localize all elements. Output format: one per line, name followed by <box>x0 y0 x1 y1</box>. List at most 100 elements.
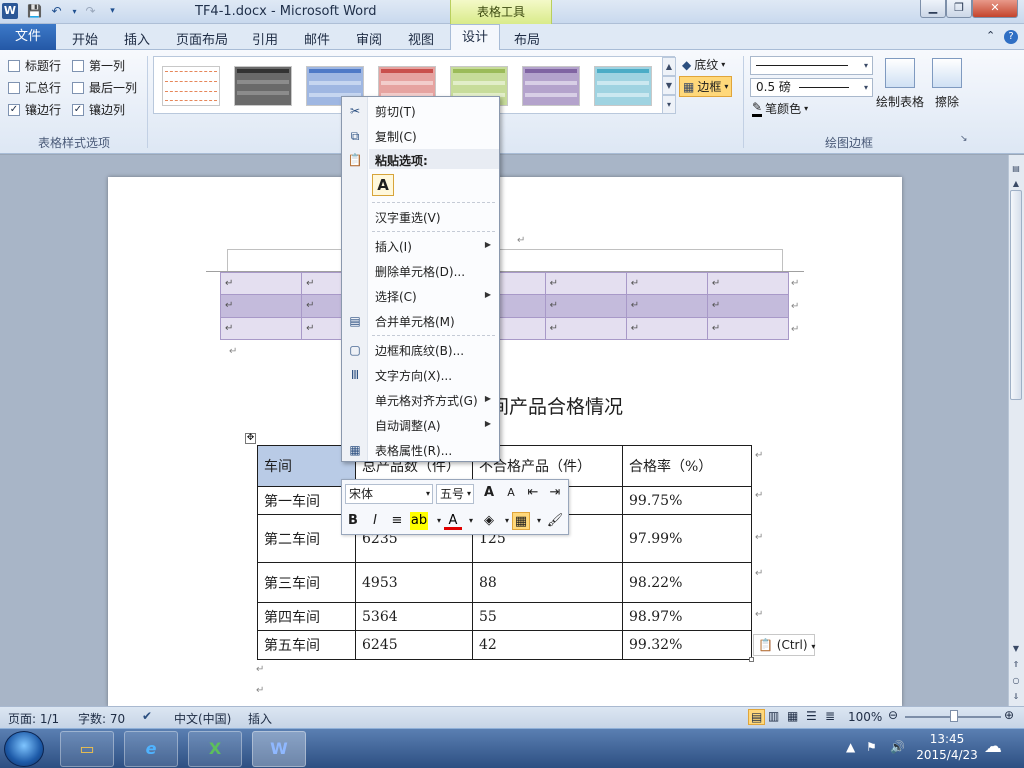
tab-home[interactable]: 开始 <box>72 29 98 48</box>
gallery-scroll-up-icon[interactable]: ▲ <box>662 57 676 76</box>
word-app-icon[interactable]: W <box>2 3 18 19</box>
purple-table[interactable]: ↵↵↵↵↵↵↵ ↵↵↵↵↵↵↵ ↵↵↵↵↵↵↵ <box>219 271 790 341</box>
table-resize-handle[interactable] <box>749 657 754 662</box>
menu-item-reconvert[interactable]: 汉字重选(V) <box>375 209 441 226</box>
menu-item-delete-cells[interactable]: 删除单元格(D)... <box>375 263 465 280</box>
gallery-scroll-down-icon[interactable]: ▼ <box>662 76 676 95</box>
restore-button[interactable]: ❐ <box>946 0 972 18</box>
action-center-icon[interactable]: ⚑ <box>866 740 877 754</box>
ribbon-minimize-icon[interactable]: ⌃ <box>986 29 995 42</box>
menu-item-borders-shading[interactable]: 边框和底纹(B)... <box>375 342 464 359</box>
banded-columns-option[interactable]: ✓ 镶边列 <box>72 101 125 118</box>
format-painter-icon[interactable]: 🖌 <box>546 512 564 530</box>
scroll-up-icon[interactable]: ▲ <box>1009 177 1023 191</box>
explorer-taskbar-icon[interactable]: ▭ <box>60 731 114 767</box>
dialog-launcher-icon[interactable]: ↘ <box>960 134 968 144</box>
table-style-purple[interactable] <box>522 66 580 106</box>
show-hidden-icons-icon[interactable]: ▲ <box>846 740 855 754</box>
next-page-icon[interactable]: ⇓ <box>1009 690 1023 704</box>
draw-table-button[interactable]: 绘制表格 <box>876 93 924 110</box>
tab-references[interactable]: 引用 <box>252 29 278 48</box>
excel-taskbar-icon[interactable]: X <box>188 731 242 767</box>
table-cell[interactable]: 97.99% <box>622 514 752 563</box>
word-count[interactable]: 字数: 70 <box>78 710 125 727</box>
menu-item-insert[interactable]: 插入(I) <box>375 238 412 255</box>
table-cell[interactable]: 第三车间 <box>257 562 356 603</box>
draft-view-icon[interactable]: ≣ <box>825 709 835 723</box>
table-cell[interactable]: 4953 <box>355 562 473 603</box>
table-move-handle-icon[interactable]: ✥ <box>245 433 256 444</box>
banded-rows-option[interactable]: ✓ 镶边行 <box>8 101 61 118</box>
table-cell[interactable]: 第五车间 <box>257 630 356 660</box>
italic-button[interactable]: I <box>366 512 384 530</box>
word-taskbar-icon[interactable]: W <box>252 731 306 767</box>
menu-item-cell-alignment[interactable]: 单元格对齐方式(G) <box>375 392 478 409</box>
language-indicator[interactable]: 中文(中国) <box>174 710 231 727</box>
banded-rows-checkbox[interactable]: ✓ <box>8 103 20 116</box>
total-row-option[interactable]: 汇总行 <box>8 79 61 96</box>
borders-icon[interactable]: ▦ <box>512 512 530 530</box>
shading-icon[interactable]: ◈ <box>480 512 498 530</box>
insert-mode-indicator[interactable]: 插入 <box>248 710 272 727</box>
table-style-dark[interactable] <box>234 66 292 106</box>
save-icon[interactable]: 💾 <box>26 3 43 20</box>
decrease-indent-icon[interactable]: ⇤ <box>524 484 542 502</box>
highlight-icon[interactable]: ab <box>410 512 428 530</box>
center-align-icon[interactable]: ≡ <box>388 512 406 530</box>
table-cell[interactable]: 98.22% <box>622 562 752 603</box>
zoom-in-icon[interactable]: ⊕ <box>1004 708 1014 722</box>
tab-view[interactable]: 视图 <box>408 29 434 48</box>
eraser-button[interactable]: 擦除 <box>935 93 959 110</box>
close-button[interactable]: ✕ <box>972 0 1018 18</box>
outline-view-icon[interactable]: ☰ <box>806 709 817 723</box>
menu-item-text-direction[interactable]: 文字方向(X)... <box>375 367 452 384</box>
table-cell[interactable]: 88 <box>472 562 623 603</box>
previous-page-icon[interactable]: ⇑ <box>1009 658 1023 672</box>
header-row-checkbox[interactable] <box>8 59 20 72</box>
tab-insert[interactable]: 插入 <box>124 29 150 48</box>
tab-mailings[interactable]: 邮件 <box>304 29 330 48</box>
total-row-checkbox[interactable] <box>8 81 20 94</box>
tab-layout[interactable]: 布局 <box>514 29 540 48</box>
zoom-slider-thumb[interactable] <box>950 710 958 722</box>
shrink-font-icon[interactable]: A <box>502 484 520 502</box>
minimize-button[interactable]: ▁ <box>920 0 946 18</box>
menu-item-merge-cells[interactable]: 合并单元格(M) <box>375 313 455 330</box>
tab-design[interactable]: 设计 <box>450 24 500 51</box>
table-cell[interactable]: 99.32% <box>622 630 752 660</box>
page-count[interactable]: 页面: 1/1 <box>8 710 59 727</box>
increase-indent-icon[interactable]: ⇥ <box>546 484 564 502</box>
font-size-dropdown[interactable]: 五号 ▾ <box>436 484 474 504</box>
volume-icon[interactable]: 🔊 <box>890 740 905 754</box>
header-cell[interactable]: 合格率（%） <box>622 445 752 487</box>
zoom-level[interactable]: 100% <box>848 710 882 724</box>
shading-button[interactable]: ◆ 底纹 ▾ <box>682 56 725 73</box>
font-name-dropdown[interactable]: 宋体 ▾ <box>345 484 433 504</box>
table-cell[interactable]: 第四车间 <box>257 602 356 631</box>
pen-weight-dropdown[interactable]: 0.5 磅 ▾ <box>750 78 873 97</box>
browse-object-icon[interactable]: ○ <box>1009 674 1023 688</box>
banded-columns-checkbox[interactable]: ✓ <box>72 103 84 116</box>
paste-options-tag[interactable]: 📋 (Ctrl) ▾ <box>753 634 815 656</box>
ruler-toggle-icon[interactable]: ▤ <box>1009 162 1023 176</box>
gallery-more-icon[interactable]: ▾ <box>662 95 676 114</box>
customize-qat-icon[interactable]: ▾ <box>104 3 121 20</box>
table-style-aqua[interactable] <box>594 66 652 106</box>
bold-button[interactable]: B <box>344 512 362 530</box>
first-column-option[interactable]: 第一列 <box>72 57 125 74</box>
web-layout-icon[interactable]: ▦ <box>787 709 798 723</box>
help-icon[interactable]: ? <box>1004 30 1018 44</box>
menu-item-copy[interactable]: 复制(C) <box>375 128 417 145</box>
table-style-orange[interactable] <box>162 66 220 106</box>
product-table[interactable]: 车间 总产品数（件） 不合格产品（件） 合格率（%） 第一车间 99.75% 第… <box>257 445 752 660</box>
scrollbar-thumb[interactable] <box>1010 190 1022 400</box>
grow-font-icon[interactable]: A <box>480 484 498 502</box>
full-screen-reading-icon[interactable]: ▥ <box>768 709 779 723</box>
system-clock[interactable]: 13:45 2015/4/23 <box>912 731 982 763</box>
borders-button[interactable]: ▦ 边框 ▾ <box>679 76 733 97</box>
table-cell[interactable]: 99.75% <box>622 486 752 515</box>
last-column-option[interactable]: 最后一列 <box>72 79 137 96</box>
table-cell[interactable]: 55 <box>472 602 623 631</box>
pen-color-button[interactable]: ✎ 笔颜色 ▾ <box>752 100 808 117</box>
start-button[interactable] <box>4 731 44 767</box>
